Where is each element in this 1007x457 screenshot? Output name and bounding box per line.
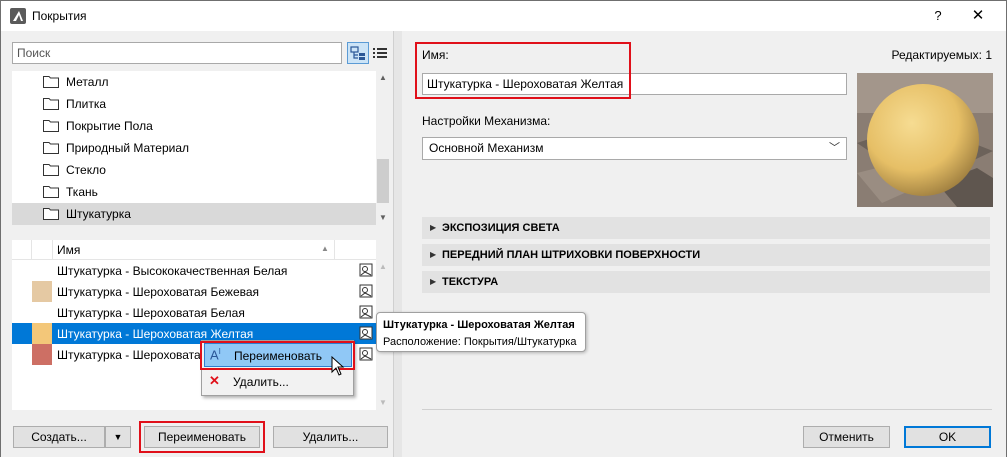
folder-label: Стекло [66, 163, 106, 177]
folder-icon [43, 120, 59, 132]
chevron-down-icon: ﹀ [829, 142, 840, 154]
menu-item-delete[interactable]: ✕ Удалить... [204, 370, 352, 394]
sort-ascending-icon: ▲ [321, 244, 329, 253]
engine-select[interactable]: Основной Механизм ﹀ [422, 137, 847, 160]
folder-icon [43, 142, 59, 154]
material-preview-icon[interactable] [359, 263, 373, 277]
list-item[interactable]: Штукатурка - Шероховатая Белая [12, 302, 376, 323]
tree-view-button[interactable] [347, 42, 369, 64]
folder-item[interactable]: Металл [12, 71, 376, 93]
create-button[interactable]: Создать... [13, 426, 105, 448]
help-button[interactable]: ? [921, 5, 955, 27]
folder-icon [43, 76, 59, 88]
expand-arrow-icon: ▶ [430, 223, 437, 232]
scroll-down-icon[interactable]: ▼ [376, 211, 390, 225]
color-swatch [32, 344, 52, 365]
folder-label: Ткань [66, 185, 98, 199]
scroll-thumb[interactable] [377, 159, 389, 203]
folder-label: Металл [66, 75, 109, 89]
delete-button[interactable]: Удалить... [273, 426, 388, 448]
color-swatch [32, 323, 52, 344]
list-icon [373, 48, 387, 58]
folder-item-selected[interactable]: Штукатурка [12, 203, 376, 225]
folder-item[interactable]: Ткань [12, 181, 376, 203]
folder-label: Штукатурка [66, 207, 131, 221]
material-preview-icon[interactable] [359, 305, 373, 319]
scroll-down-icon[interactable]: ▼ [376, 396, 390, 410]
folder-label: Покрытие Пола [66, 119, 153, 133]
cancel-button[interactable]: Отменить [803, 426, 890, 448]
mouse-cursor-icon [331, 356, 345, 376]
section-surface-hatch[interactable]: ▶ ПЕРЕДНИЙ ПЛАН ШТРИХОВКИ ПОВЕРХНОСТИ [422, 244, 990, 266]
folder-icon [43, 164, 59, 176]
material-preview [857, 73, 993, 207]
window-title: Покрытия [32, 9, 87, 23]
expand-arrow-icon: ▶ [430, 277, 437, 286]
editable-count: Редактируемых: 1 [891, 48, 992, 62]
material-preview-icon[interactable] [359, 326, 373, 340]
right-pane: Имя: Редактируемых: 1 Штукатурка - Шерох… [402, 31, 1006, 457]
search-input[interactable]: Поиск [12, 42, 342, 64]
folder-label: Природный Материал [66, 141, 190, 155]
highlight-frame [139, 421, 265, 453]
item-label: Штукатурка - Высококачественная Белая [57, 264, 288, 278]
tooltip-title: Штукатурка - Шероховатая Желтая [383, 319, 575, 331]
item-label: Штукатурка - Шероховатая Желтая [57, 327, 254, 341]
engine-settings-label: Настройки Механизма: [422, 114, 551, 128]
section-texture[interactable]: ▶ ТЕКСТУРА [422, 271, 990, 293]
folder-item[interactable]: Стекло [12, 159, 376, 181]
expand-arrow-icon: ▶ [430, 250, 437, 259]
create-dropdown-button[interactable]: ▼ [105, 426, 131, 448]
scroll-up-icon[interactable]: ▲ [376, 71, 390, 85]
column-name-header[interactable]: Имя [57, 243, 80, 257]
divider [422, 409, 992, 410]
folder-label: Плитка [66, 97, 107, 111]
ok-button[interactable]: OK [904, 426, 991, 448]
folder-tree-icon [350, 46, 365, 60]
color-swatch [32, 260, 52, 281]
list-view-button[interactable] [371, 42, 389, 64]
highlight-frame [415, 42, 631, 99]
list-header: Имя ▲ [12, 240, 376, 260]
folder-item[interactable]: Плитка [12, 93, 376, 115]
pane-splitter[interactable] [393, 31, 402, 457]
folder-icon [43, 186, 59, 198]
title-bar: Покрытия ? ✕ [1, 1, 1006, 31]
folder-icon [43, 98, 59, 110]
item-tooltip: Штукатурка - Шероховатая Желтая Располож… [376, 312, 586, 352]
material-preview-icon[interactable] [359, 284, 373, 298]
list-item[interactable]: Штукатурка - Шероховатая Бежевая [12, 281, 376, 302]
delete-x-icon: ✕ [209, 373, 220, 388]
folder-icon [43, 208, 59, 220]
app-logo-icon [10, 8, 26, 24]
color-swatch [32, 302, 52, 323]
folder-item[interactable]: Покрытие Пола [12, 115, 376, 137]
close-button[interactable]: ✕ [955, 5, 1001, 27]
material-preview-icon[interactable] [359, 347, 373, 361]
scroll-up-icon[interactable]: ▲ [376, 260, 390, 274]
list-item[interactable]: Штукатурка - Высококачественная Белая [12, 260, 376, 281]
engine-value: Основной Механизм [429, 141, 544, 155]
section-light-exposure[interactable]: ▶ ЭКСПОЗИЦИЯ СВЕТА [422, 217, 990, 239]
folder-item[interactable]: Природный Материал [12, 137, 376, 159]
materials-dialog: Покрытия ? ✕ Поиск Металл Плитка Покрыти… [0, 0, 1007, 457]
tooltip-location: Расположение: Покрытия/Штукатурка [383, 336, 577, 348]
item-label: Штукатурка - Шероховатая Белая [57, 306, 245, 320]
sphere-preview-image [857, 73, 993, 207]
tree-scrollbar[interactable]: ▲ ▼ [376, 71, 390, 225]
item-label: Штукатурка - Шероховатая Бежевая [57, 285, 260, 299]
item-label: Штукатурка - Шероховатая [57, 348, 208, 362]
color-swatch [32, 281, 52, 302]
folder-tree: Металл Плитка Покрытие Пола Природный Ма… [12, 71, 376, 225]
